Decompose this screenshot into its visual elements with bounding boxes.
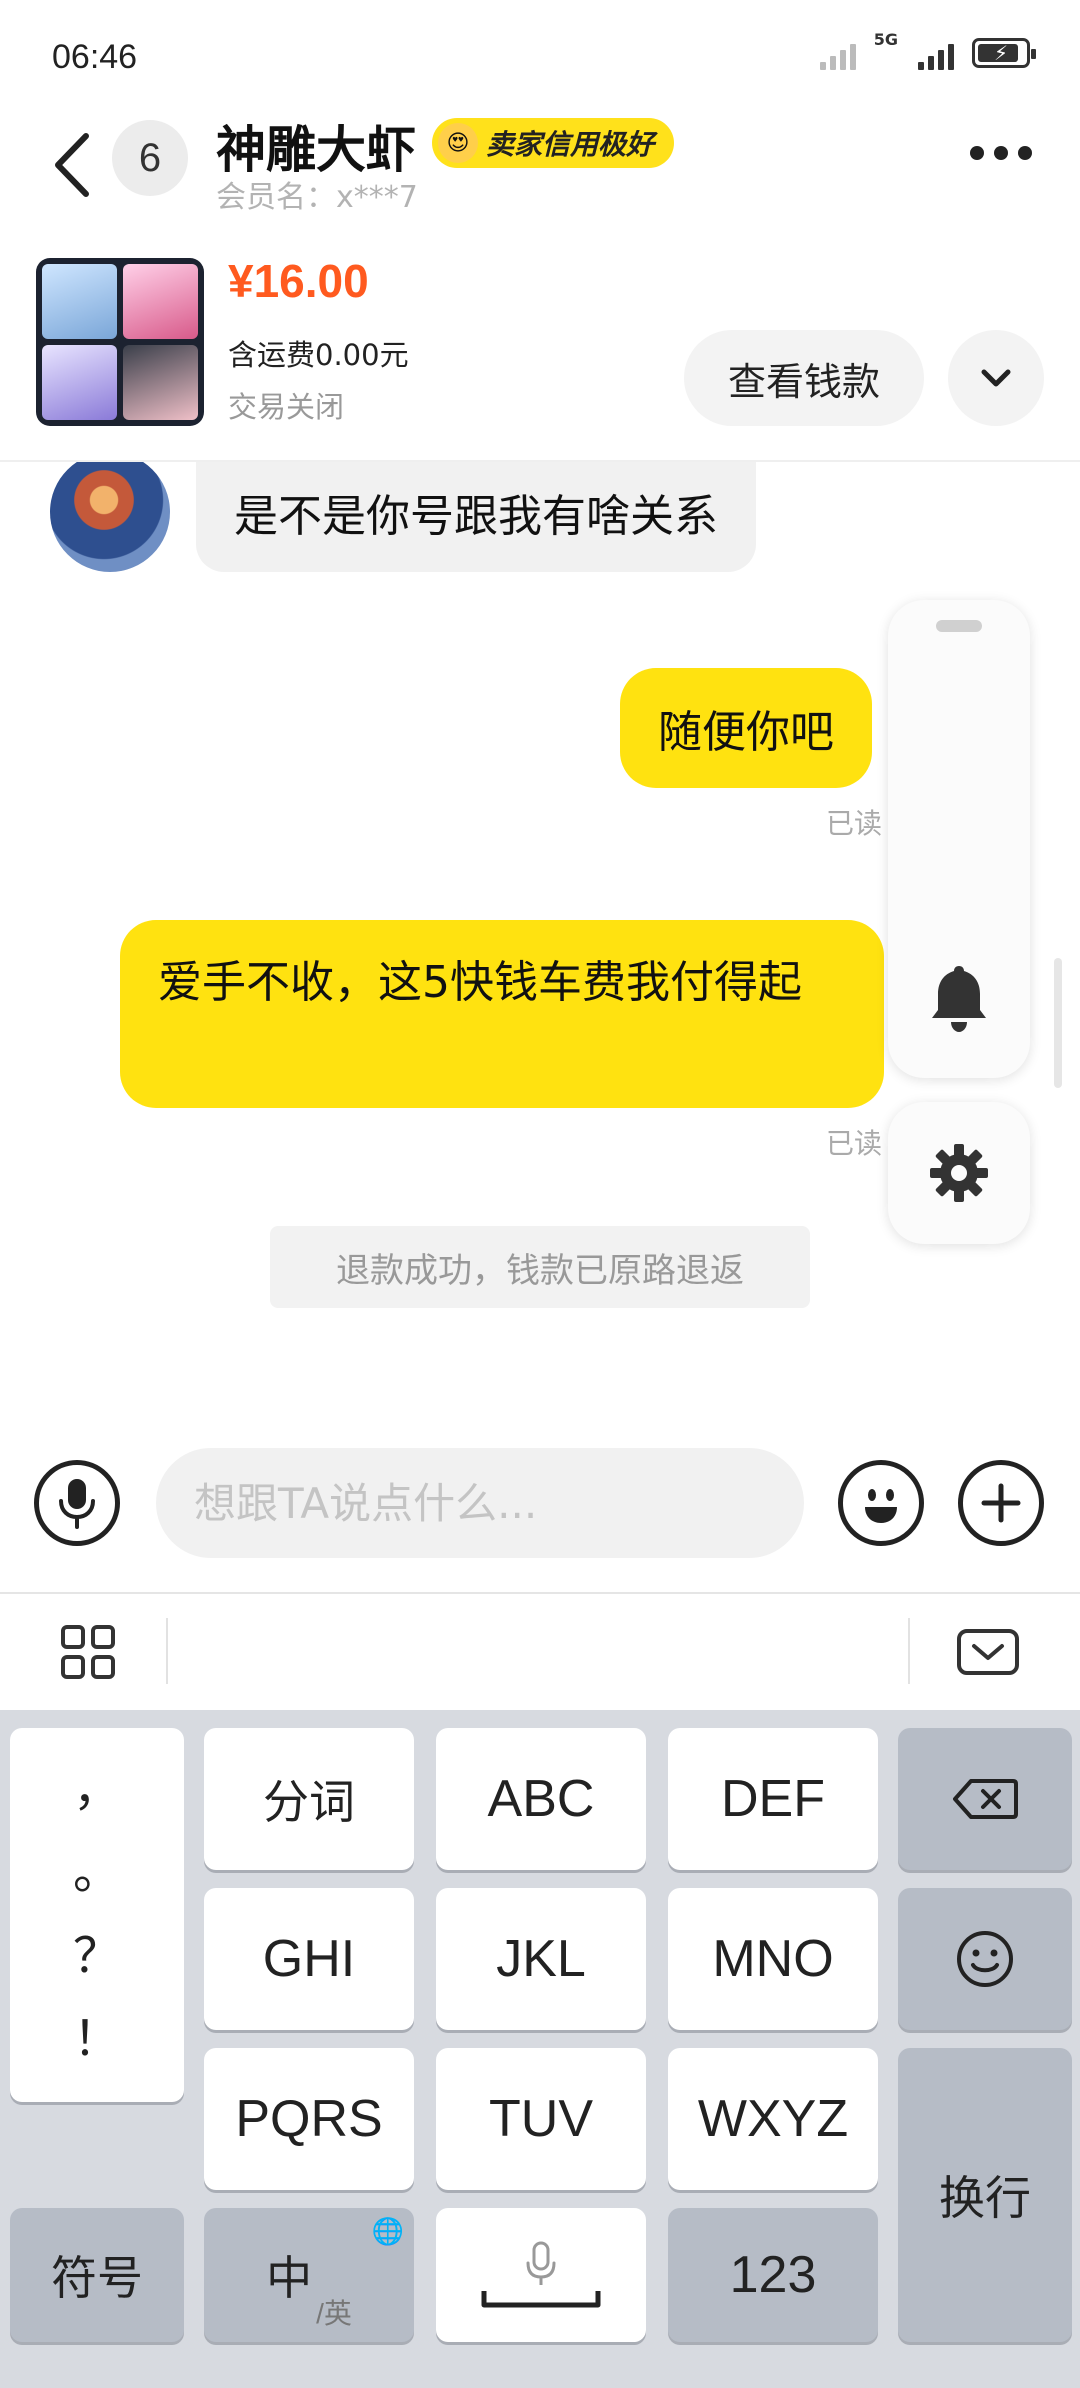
- plus-icon: [981, 1483, 1021, 1523]
- smiley-icon: [957, 1931, 1013, 1987]
- member-name: 会员名：x***7: [216, 180, 418, 215]
- punctuation-key-column[interactable]: ， 。 ？ ！: [10, 1728, 184, 2102]
- microphone-icon: [59, 1479, 95, 1529]
- seller-avatar[interactable]: [50, 462, 170, 572]
- status-icons: 5G ⚡: [819, 30, 1036, 70]
- globe-icon: 🌐: [371, 2216, 404, 2246]
- back-button[interactable]: [48, 128, 98, 202]
- message-bubble-outgoing[interactable]: 爱手不收，这5快钱车费我付得起: [120, 920, 884, 1108]
- drag-handle[interactable]: [936, 620, 982, 632]
- settings-button[interactable]: [888, 1102, 1030, 1244]
- read-status: 已读: [826, 807, 883, 840]
- floating-panel[interactable]: [888, 600, 1030, 1078]
- credit-badge[interactable]: 😍 卖家信用极好: [432, 118, 675, 168]
- emoji-button[interactable]: [838, 1460, 924, 1546]
- key-ghi[interactable]: GHI: [204, 1888, 414, 2030]
- key-mno[interactable]: MNO: [668, 1888, 878, 2030]
- key-pqrs[interactable]: PQRS: [204, 2048, 414, 2190]
- credit-badge-label: 卖家信用极好: [486, 128, 655, 161]
- back-arrow-icon: [55, 133, 89, 197]
- signal-sim2-icon: [918, 36, 954, 70]
- more-options-button[interactable]: [970, 146, 1032, 160]
- message-bubble-incoming[interactable]: 是不是你号跟我有啥关系: [196, 462, 756, 572]
- key-tuv[interactable]: TUV: [436, 2048, 646, 2190]
- language-switch-key[interactable]: 中 /英 🌐: [204, 2208, 414, 2342]
- grid-menu-icon[interactable]: [60, 1624, 116, 1680]
- key-jkl[interactable]: JKL: [436, 1888, 646, 2030]
- product-thumbnail[interactable]: [36, 258, 204, 426]
- backspace-icon: [953, 1779, 1018, 1819]
- message-bubble-outgoing[interactable]: 随便你吧: [620, 668, 872, 788]
- unread-count-badge[interactable]: 6: [112, 120, 188, 196]
- status-bar: 06:46 5G ⚡: [0, 0, 1080, 110]
- enter-key[interactable]: 换行: [898, 2048, 1072, 2342]
- expand-button[interactable]: [948, 330, 1044, 426]
- signal-sim1-icon: [819, 36, 856, 70]
- voice-input-button[interactable]: [34, 1460, 120, 1546]
- toolbar-divider: [908, 1618, 910, 1684]
- lang-sub-label: /英: [316, 2298, 352, 2329]
- product-card[interactable]: ¥16.00 含运费0.00元 交易关闭 查看钱款: [0, 240, 1080, 462]
- message-input-bar: [0, 1442, 1080, 1592]
- chevron-down-icon: [981, 369, 1011, 387]
- product-price: ¥16.00: [228, 255, 369, 307]
- key-comma[interactable]: ，: [73, 1765, 121, 1814]
- lang-main-label: 中: [266, 2251, 313, 2305]
- emoji-key[interactable]: [898, 1888, 1072, 2030]
- keyboard: ， 。 ？ ！ 分词 ABC DEF GHI JKL MNO PQRS TUV …: [0, 1710, 1080, 2388]
- smile-face-icon: 😍: [438, 123, 478, 163]
- key-period[interactable]: 。: [73, 1849, 121, 1897]
- toolbar-divider: [166, 1618, 168, 1684]
- backspace-key[interactable]: [898, 1728, 1072, 1870]
- key-wxyz[interactable]: WXYZ: [668, 2048, 878, 2190]
- trade-status: 交易关闭: [228, 390, 345, 424]
- space-key[interactable]: [436, 2208, 646, 2342]
- bell-icon[interactable]: [926, 962, 992, 1034]
- keyboard-toolbar: [0, 1592, 1080, 1710]
- network-type-label: 5G: [873, 29, 898, 49]
- symbols-key[interactable]: 符号: [10, 2208, 184, 2342]
- space-mic-icon: [481, 2241, 601, 2308]
- read-status: 已读: [826, 1127, 883, 1160]
- message-input[interactable]: [156, 1448, 804, 1558]
- key-segment[interactable]: 分词: [204, 1728, 414, 1870]
- hide-keyboard-icon[interactable]: [956, 1628, 1020, 1676]
- key-abc[interactable]: ABC: [436, 1728, 646, 1870]
- system-message: 退款成功，钱款已原路退返: [270, 1226, 810, 1308]
- numbers-key[interactable]: 123: [668, 2208, 878, 2342]
- gear-icon: [930, 1144, 988, 1202]
- chat-header: 6 神雕大虾 😍 卖家信用极好 会员名：x***7: [0, 110, 1080, 240]
- add-attachment-button[interactable]: [958, 1460, 1044, 1546]
- scrollbar[interactable]: [1054, 958, 1062, 1088]
- key-exclamation[interactable]: ！: [73, 2016, 121, 2064]
- smiley-icon: [865, 1489, 897, 1523]
- view-payment-button[interactable]: 查看钱款: [684, 330, 924, 426]
- battery-icon: ⚡: [972, 38, 1036, 68]
- product-shipping: 含运费0.00元: [228, 338, 409, 372]
- status-time: 06:46: [52, 38, 138, 76]
- key-question[interactable]: ？: [73, 1932, 121, 1981]
- key-def[interactable]: DEF: [668, 1728, 878, 1870]
